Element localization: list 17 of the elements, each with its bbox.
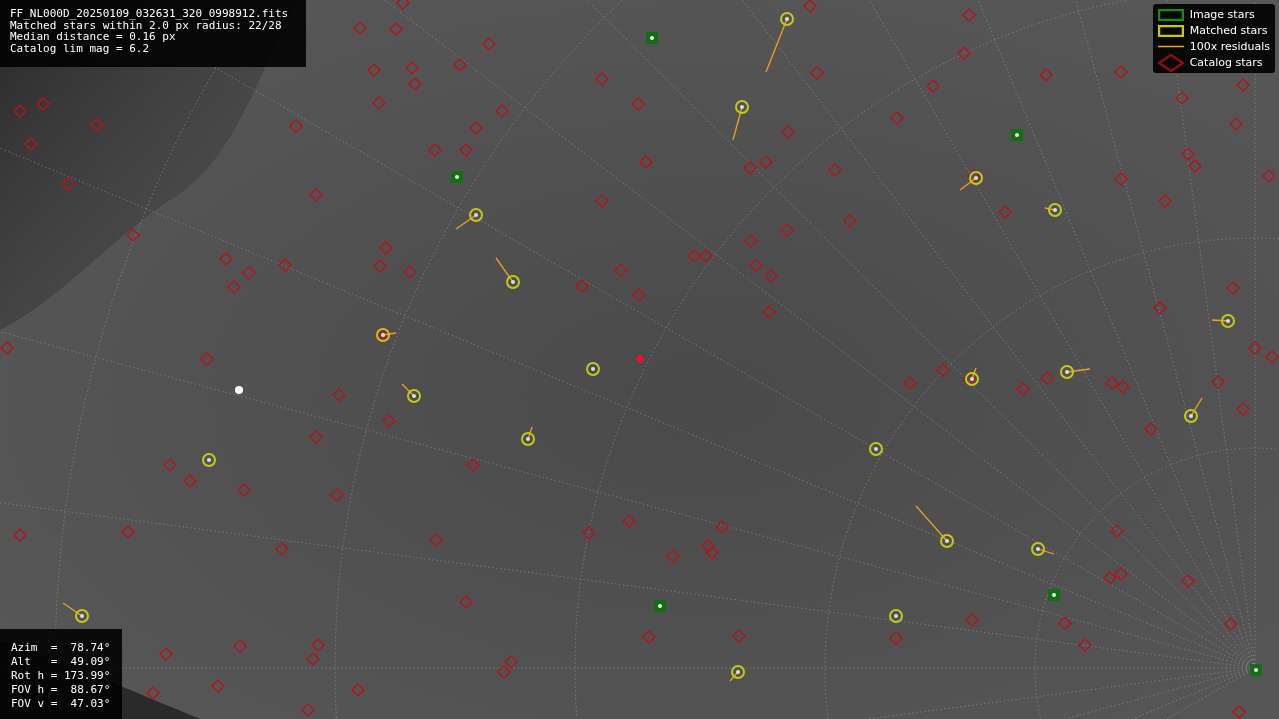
pointing-text: Alt = 49.09°	[11, 655, 111, 669]
pointing-text: FOV h = 88.67°	[11, 683, 111, 697]
line-icon	[1157, 45, 1184, 48]
info-text: Catalog lim mag = 6.2	[10, 42, 151, 54]
info-text: Matched stars within 2.0 px radius: 22/28	[10, 19, 282, 31]
legend-label: Image stars	[1189, 8, 1255, 21]
square-outline-icon	[1157, 8, 1184, 21]
rectangle-outline-icon	[1157, 24, 1184, 37]
legend-label: Matched stars	[1189, 24, 1268, 37]
info-text: FF_NL000D_20250109_032631_320_0998912.fits	[10, 8, 290, 20]
diamond-icon	[1157, 53, 1184, 72]
legend-label: 100x residuals	[1189, 40, 1270, 53]
info-text: Median distance = 0.16 px	[10, 31, 176, 43]
legend-label: Catalog stars	[1189, 56, 1263, 69]
pointing-text: Azim = 78.74°	[11, 641, 111, 655]
pointing-text: FOV v = 47.03°	[11, 697, 111, 711]
pointing-text: Rot h = 173.99°	[11, 669, 111, 683]
